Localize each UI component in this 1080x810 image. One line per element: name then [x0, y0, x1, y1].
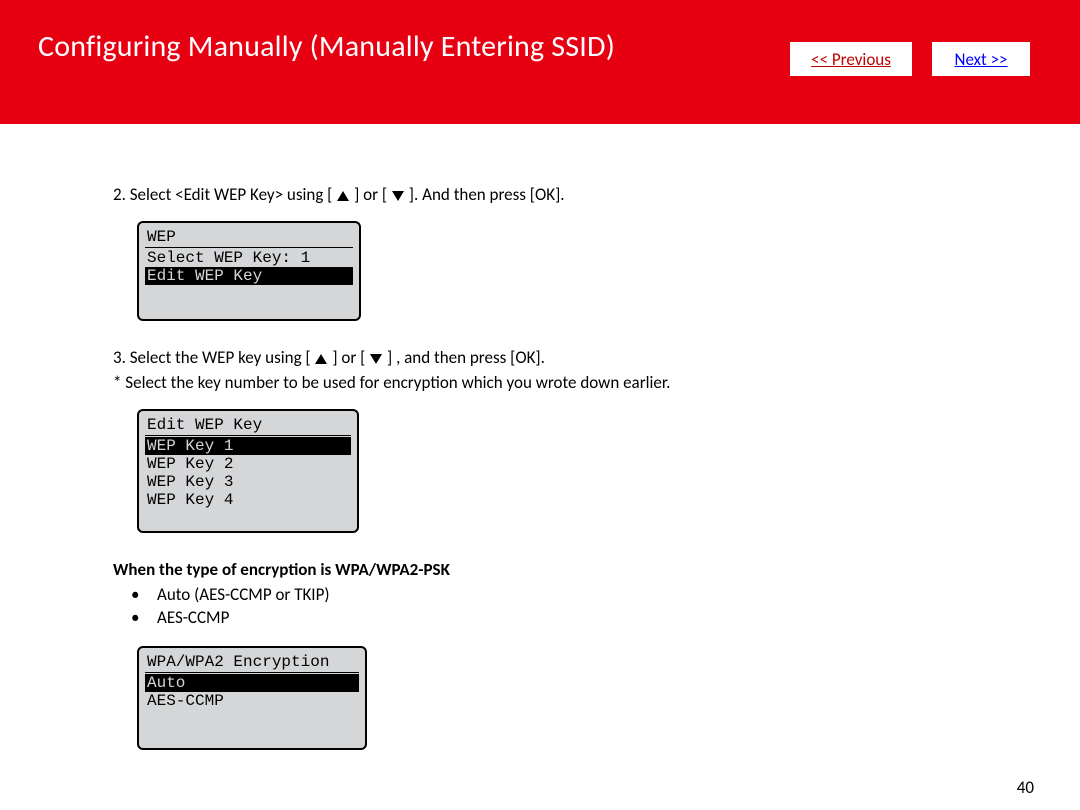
lcd-title: Edit WEP Key — [145, 416, 351, 436]
step-3-text-a: 3. Select the WEP key using [ — [113, 347, 311, 368]
page-number: 40 — [1017, 777, 1034, 798]
step-3-text-b: ] or [ — [332, 347, 365, 368]
down-arrow-icon — [370, 354, 382, 364]
down-arrow-icon — [392, 191, 404, 201]
lcd-row: WEP Key 4 — [145, 491, 351, 509]
lcd-row: Select WEP Key: 1 — [145, 249, 353, 267]
lcd-row: WEP Key 2 — [145, 455, 351, 473]
previous-button[interactable]: << Previous — [790, 42, 912, 76]
bullet-item: AES-CCMP — [131, 607, 930, 630]
step-3-text-c: ] , and then press [OK]. — [387, 347, 545, 368]
lcd-screen-wpa-encryption: WPA/WPA2 Encryption Auto AES-CCMP — [137, 646, 367, 750]
lcd-row-selected: Auto — [145, 674, 359, 692]
step-3-note: * Select the key number to be used for e… — [113, 372, 930, 395]
lcd-screen-wep: WEP Select WEP Key: 1 Edit WEP Key — [137, 221, 361, 321]
bullet-item: Auto (AES-CCMP or TKIP) — [131, 584, 930, 607]
step-2: 2. Select <Edit WEP Key> using [ ] or [ … — [113, 184, 930, 207]
step-3: 3. Select the WEP key using [ ] or [ ] ,… — [113, 347, 930, 370]
step-2-text-a: 2. Select <Edit WEP Key> using [ — [113, 184, 332, 205]
lcd-row-selected: WEP Key 1 — [145, 437, 351, 455]
up-arrow-icon — [337, 191, 349, 201]
wpa-heading: When the type of encryption is WPA/WPA2-… — [113, 559, 930, 582]
lcd-row-selected: Edit WEP Key — [145, 267, 353, 285]
lcd-row: AES-CCMP — [145, 692, 359, 710]
content: 2. Select <Edit WEP Key> using [ ] or [ … — [0, 124, 930, 750]
step-2-text-b: ] or [ — [354, 184, 387, 205]
step-2-text-c: ]. And then press [OK]. — [409, 184, 565, 205]
lcd-title: WEP — [145, 228, 353, 248]
next-button[interactable]: Next >> — [932, 42, 1030, 76]
lcd-screen-edit-wep-key: Edit WEP Key WEP Key 1 WEP Key 2 WEP Key… — [137, 409, 359, 533]
up-arrow-icon — [315, 354, 327, 364]
wpa-bullets: Auto (AES-CCMP or TKIP) AES-CCMP — [113, 584, 930, 630]
page-title: Configuring Manually (Manually Entering … — [38, 28, 615, 65]
lcd-title: WPA/WPA2 Encryption — [145, 653, 359, 673]
lcd-row: WEP Key 3 — [145, 473, 351, 491]
banner: Configuring Manually (Manually Entering … — [0, 0, 1080, 124]
